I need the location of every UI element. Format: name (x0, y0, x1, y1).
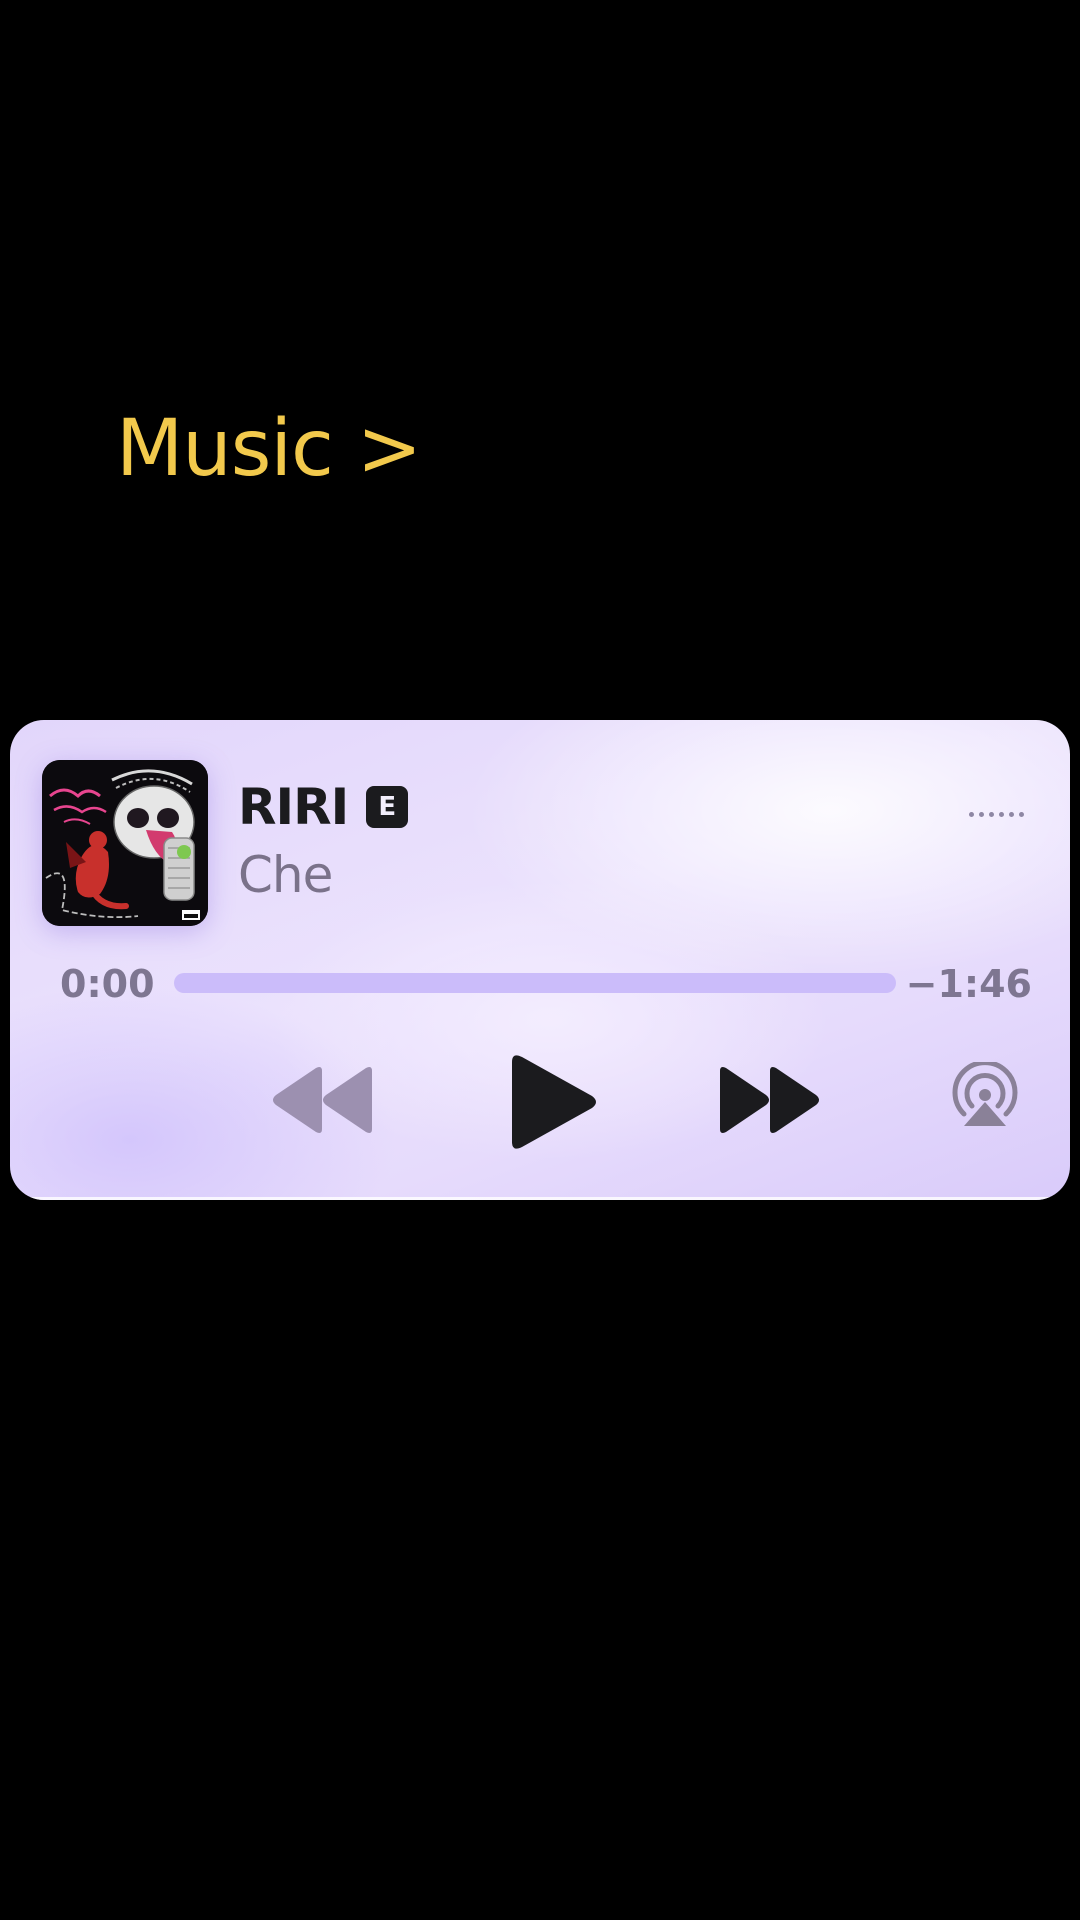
playback-scrubber[interactable] (174, 973, 896, 993)
time-remaining: −1:46 (905, 962, 1032, 1006)
more-dot (989, 812, 994, 817)
play-button[interactable] (504, 1052, 600, 1152)
screen: Music > RIRI E Che 0:00 −1:46 (0, 0, 1080, 1920)
more-options-button[interactable] (969, 812, 1024, 817)
track-title-row: RIRI E (238, 778, 409, 836)
airplay-icon (952, 1060, 1018, 1126)
fast-forward-button[interactable] (716, 1065, 822, 1135)
fast-forward-icon (720, 1067, 819, 1133)
time-elapsed: 0:00 (60, 962, 155, 1006)
explicit-badge: E (366, 786, 409, 828)
more-dot (979, 812, 984, 817)
music-app-link[interactable]: Music > (116, 410, 422, 488)
track-title: RIRI (238, 778, 349, 836)
more-dot (999, 812, 1004, 817)
album-artwork-image (42, 760, 208, 926)
widget-bottom-edge (10, 1197, 1070, 1200)
now-playing-widget: RIRI E Che 0:00 −1:46 (10, 720, 1070, 1200)
play-icon (512, 1055, 596, 1149)
album-artwork[interactable] (42, 760, 208, 926)
rewind-icon (273, 1067, 372, 1133)
rewind-button[interactable] (270, 1065, 376, 1135)
airplay-button[interactable] (950, 1060, 1020, 1132)
more-dot (1019, 812, 1024, 817)
artist-name: Che (238, 846, 333, 904)
more-dots-icon (969, 812, 974, 817)
more-dot (1009, 812, 1014, 817)
